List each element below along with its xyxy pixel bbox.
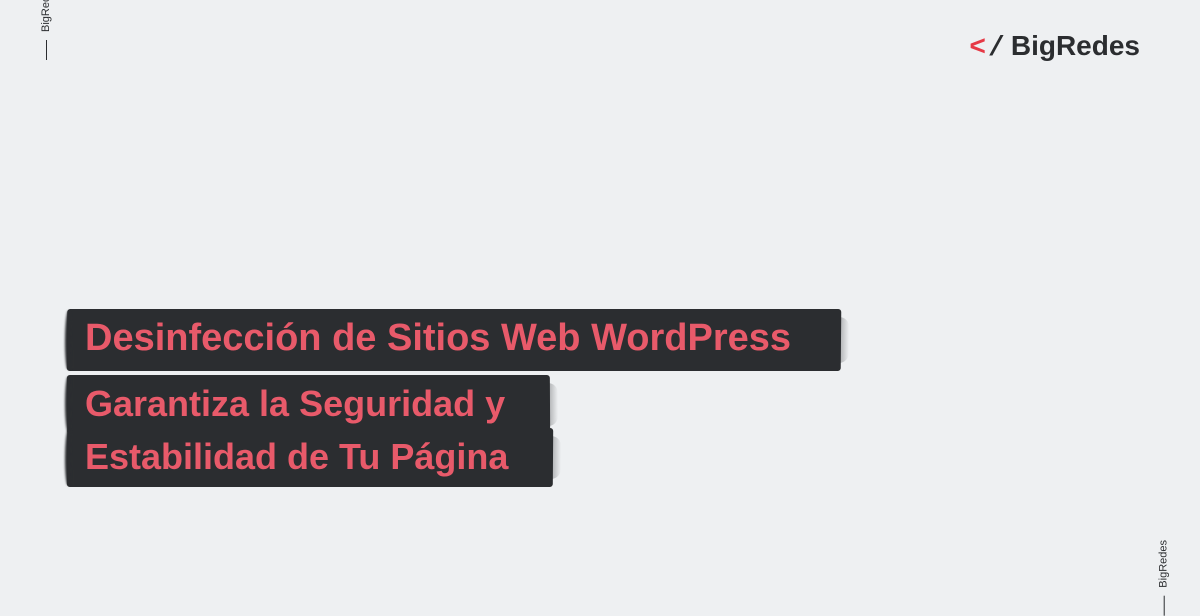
page-title: Desinfección de Sitios Web WordPress — [85, 315, 791, 363]
brand-logo: < / BigRedes — [969, 30, 1140, 64]
brand-label-left: BigRedes — [40, 0, 52, 32]
logo-slash-icon: / — [988, 33, 1005, 64]
page-subtitle-line1: Garantiza la Seguridad y — [85, 381, 505, 426]
brand-label-right: BigRedes — [1158, 540, 1170, 588]
decorative-line-icon — [46, 40, 47, 60]
brand-mark-left: BigRedes — [40, 0, 52, 60]
subtitle-row-2: Estabilidad de Tu Página — [85, 434, 508, 479]
decorative-line-icon — [1164, 596, 1165, 616]
page-subtitle-line2: Estabilidad de Tu Página — [85, 434, 508, 479]
headings-block: Desinfección de Sitios Web WordPress Gar… — [85, 315, 791, 497]
logo-bracket-icon: < — [969, 33, 986, 64]
logo-text: BigRedes — [1011, 30, 1140, 62]
subtitle-row-1: Garantiza la Seguridad y — [85, 381, 505, 426]
brand-mark-right: BigRedes — [1158, 540, 1170, 616]
title-row: Desinfección de Sitios Web WordPress — [85, 315, 791, 363]
